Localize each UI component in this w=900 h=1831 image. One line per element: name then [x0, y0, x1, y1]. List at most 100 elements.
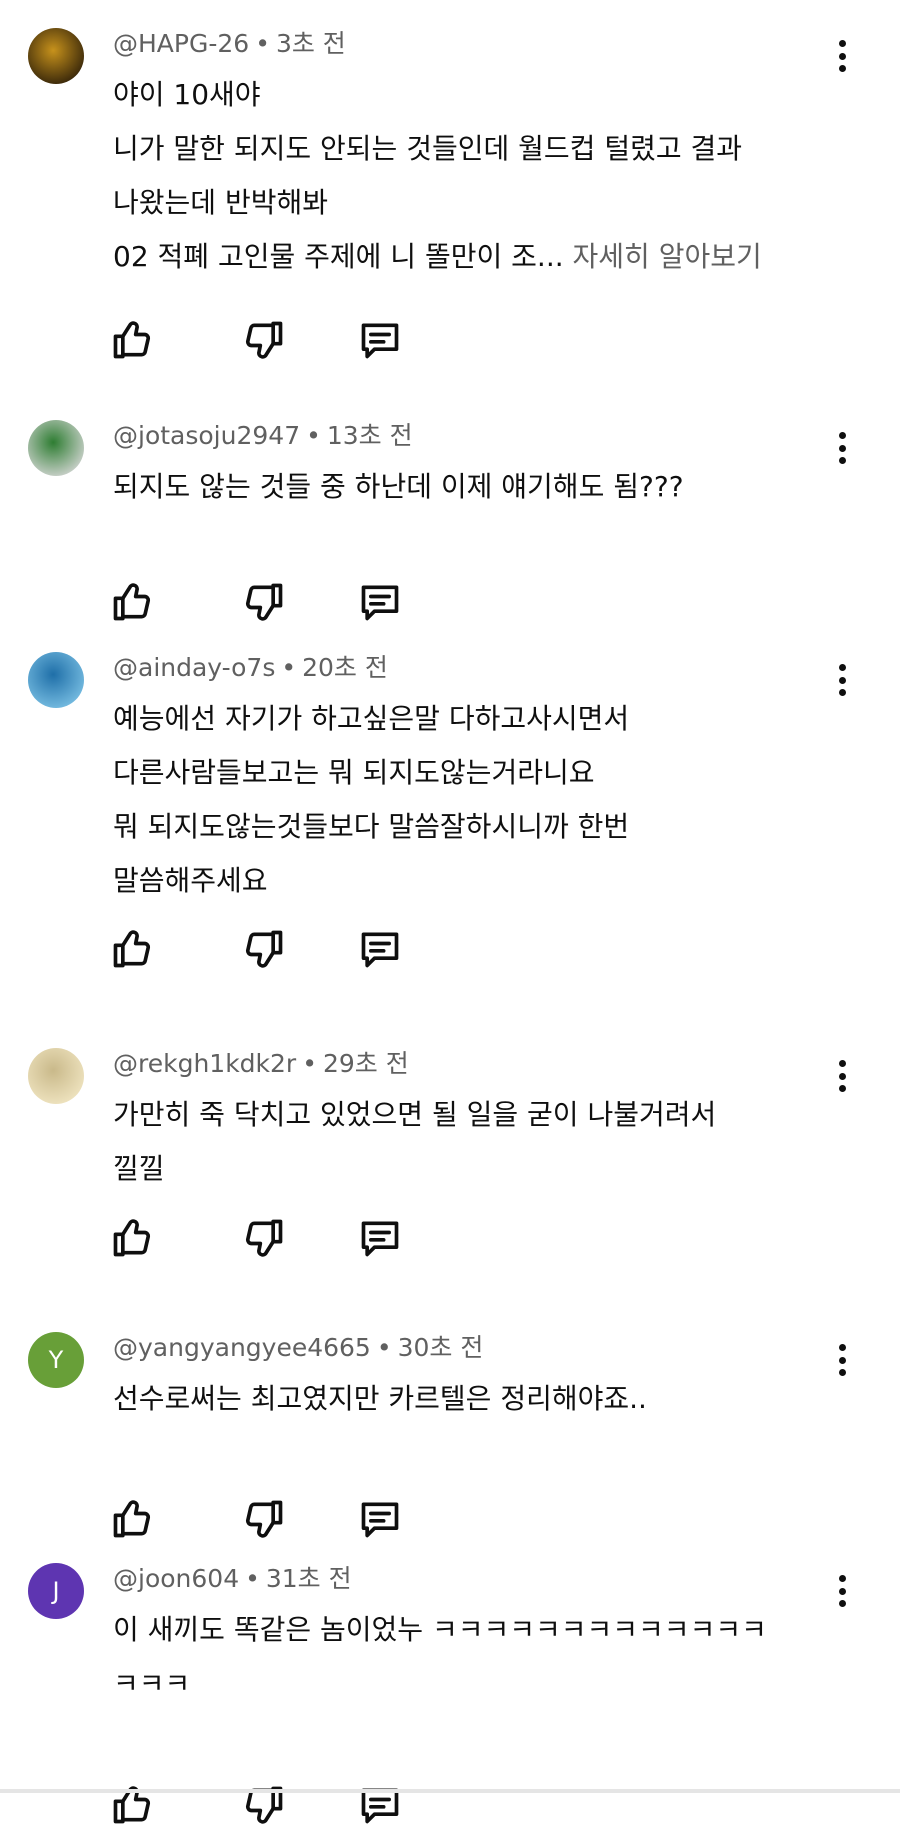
thumbs-down-icon: [242, 583, 286, 628]
reply-button[interactable]: [358, 1497, 402, 1541]
comment-actions: [110, 580, 430, 624]
menu-dot: [838, 1600, 846, 1607]
reply-comment-icon: [358, 1221, 402, 1264]
comment-time: 20초 전: [302, 653, 388, 682]
comment-meta: @jotasoju2947 • 13초 전: [113, 416, 413, 452]
comment-author[interactable]: @jotasoju2947: [113, 421, 300, 450]
dislike-button[interactable]: [242, 927, 286, 971]
comment-line: 이 새끼도 똑같은 놈이었누 ㅋㅋㅋㅋㅋㅋㅋㅋㅋㅋㅋㅋㅋ: [113, 1603, 833, 1657]
comment-line-text: 이 새끼도 똑같은 놈이었누 ㅋㅋㅋㅋㅋㅋㅋㅋㅋㅋㅋㅋㅋ: [113, 1613, 767, 1646]
reply-comment-icon: [358, 1502, 402, 1545]
comment-meta: @HAPG-26 • 3초 전: [113, 24, 346, 60]
comment-author[interactable]: @HAPG-26: [113, 29, 249, 58]
thumbs-down-icon: [242, 1786, 286, 1831]
comment-meta: @joon604 • 31초 전: [113, 1559, 352, 1595]
avatar-letter: J: [52, 1577, 60, 1605]
comment-line: 낄낄: [113, 1142, 833, 1196]
comment-line-text: 가만히 죽 닥치고 있었으면 될 일을 굳이 나불거려서: [113, 1098, 717, 1131]
comment-author[interactable]: @joon604: [113, 1564, 239, 1593]
dislike-button[interactable]: [242, 318, 286, 362]
comment-line: 나왔는데 반박해봐: [113, 176, 833, 230]
more-vert-icon[interactable]: [830, 1058, 854, 1094]
comment-line-text: 나왔는데 반박해봐: [113, 186, 328, 219]
comment-actions: [110, 318, 430, 362]
comment-line-text: 선수로써는 최고였지만 카르텔은 정리해야죠..: [113, 1382, 647, 1415]
avatar[interactable]: J: [28, 1563, 84, 1619]
dislike-button[interactable]: [242, 1497, 286, 1541]
reply-button[interactable]: [358, 580, 402, 624]
avatar[interactable]: [28, 652, 84, 708]
comment-line-text: 니가 말한 되지도 안되는 것들인데 월드컵 털렸고 결과: [113, 132, 743, 165]
avatar[interactable]: [28, 28, 84, 84]
menu-dot: [838, 689, 846, 696]
comment-author[interactable]: @yangyangyee4665: [113, 1333, 371, 1362]
like-button[interactable]: [110, 318, 154, 362]
reply-button[interactable]: [358, 927, 402, 971]
comment-line: 야이 10새야: [113, 68, 833, 122]
thumbs-up-icon: [110, 1786, 154, 1831]
like-button[interactable]: [110, 1216, 154, 1260]
comment-line: 니가 말한 되지도 안되는 것들인데 월드컵 털렸고 결과: [113, 122, 833, 176]
thumbs-down-icon: [242, 321, 286, 366]
menu-dot: [838, 1587, 846, 1595]
more-vert-icon[interactable]: [830, 1342, 854, 1378]
thumbs-up-icon: [110, 321, 154, 366]
comment-line: 뭐 되지도않는것들보다 말씀잘하시니까 한번: [113, 800, 833, 854]
dislike-button[interactable]: [242, 1216, 286, 1260]
comment-line: 말씀해주세요: [113, 854, 833, 908]
more-vert-icon[interactable]: [830, 662, 854, 698]
meta-separator: •: [255, 29, 270, 58]
comment-text: 되지도 않는 것들 중 하난데 이제 얘기해도 됨???: [113, 460, 833, 514]
like-button[interactable]: [110, 580, 154, 624]
menu-dot: [838, 664, 846, 671]
meta-separator: •: [245, 1564, 260, 1593]
thumbs-up-icon: [110, 1500, 154, 1545]
reply-button[interactable]: [358, 1216, 402, 1260]
avatar[interactable]: [28, 420, 84, 476]
dislike-button[interactable]: [242, 580, 286, 624]
menu-dot: [838, 676, 846, 684]
comment-author[interactable]: @ainday-o7s: [113, 653, 275, 682]
menu-dot: [838, 1575, 846, 1582]
menu-dot: [838, 457, 846, 464]
thumbs-up-icon: [110, 930, 154, 975]
comment-line: ㅋㅋㅋ: [113, 1657, 833, 1711]
comment-actions: [110, 1216, 430, 1260]
comment-meta: @ainday-o7s • 20초 전: [113, 648, 388, 684]
comment-line-text: 다른사람들보고는 뭐 되지도않는거라니요: [113, 756, 595, 789]
thumbs-up-icon: [110, 1219, 154, 1264]
comment-meta: @rekgh1kdk2r • 29초 전: [113, 1044, 409, 1080]
comment-line-text: 뭐 되지도않는것들보다 말씀잘하시니까 한번: [113, 810, 630, 843]
comment-line-text: 예능에선 자기가 하고싶은말 다하고사시면서: [113, 702, 630, 735]
menu-dot: [838, 1072, 846, 1080]
more-vert-icon[interactable]: [830, 1573, 854, 1609]
comment-time: 3초 전: [275, 29, 346, 58]
comment-line: 되지도 않는 것들 중 하난데 이제 얘기해도 됨???: [113, 460, 833, 514]
avatar[interactable]: [28, 1048, 84, 1104]
comment-line: 다른사람들보고는 뭐 되지도않는거라니요: [113, 746, 833, 800]
comment-text: 가만히 죽 닥치고 있었으면 될 일을 굳이 나불거려서낄낄: [113, 1088, 833, 1196]
more-vert-icon[interactable]: [830, 430, 854, 466]
reply-comment-icon: [358, 323, 402, 366]
bottom-divider: [0, 1789, 900, 1793]
comment-time: 31초 전: [265, 1564, 352, 1593]
comment-author[interactable]: @rekgh1kdk2r: [113, 1049, 296, 1078]
avatar[interactable]: Y: [28, 1332, 84, 1388]
comment-text: 선수로써는 최고였지만 카르텔은 정리해야죠..: [113, 1372, 833, 1426]
menu-dot: [838, 65, 846, 72]
menu-dot: [838, 432, 846, 439]
like-button[interactable]: [110, 927, 154, 971]
comment-line: 가만히 죽 닥치고 있었으면 될 일을 굳이 나불거려서: [113, 1088, 833, 1142]
thumbs-down-icon: [242, 1219, 286, 1264]
more-vert-icon[interactable]: [830, 38, 854, 74]
reply-button[interactable]: [358, 318, 402, 362]
read-more-link[interactable]: 자세히 알아보기: [573, 240, 762, 273]
meta-separator: •: [306, 421, 321, 450]
comment-line: 02 적폐 고인물 주제에 니 똘만이 조... 자세히 알아보기: [113, 230, 833, 284]
comment-line-text: ㅋㅋㅋ: [113, 1667, 191, 1700]
comment-text: 이 새끼도 똑같은 놈이었누 ㅋㅋㅋㅋㅋㅋㅋㅋㅋㅋㅋㅋㅋ ㅋㅋㅋ: [113, 1603, 833, 1711]
menu-dot: [838, 52, 846, 60]
comment-actions: [110, 927, 430, 971]
comment-line: 선수로써는 최고였지만 카르텔은 정리해야죠..: [113, 1372, 833, 1426]
like-button[interactable]: [110, 1497, 154, 1541]
